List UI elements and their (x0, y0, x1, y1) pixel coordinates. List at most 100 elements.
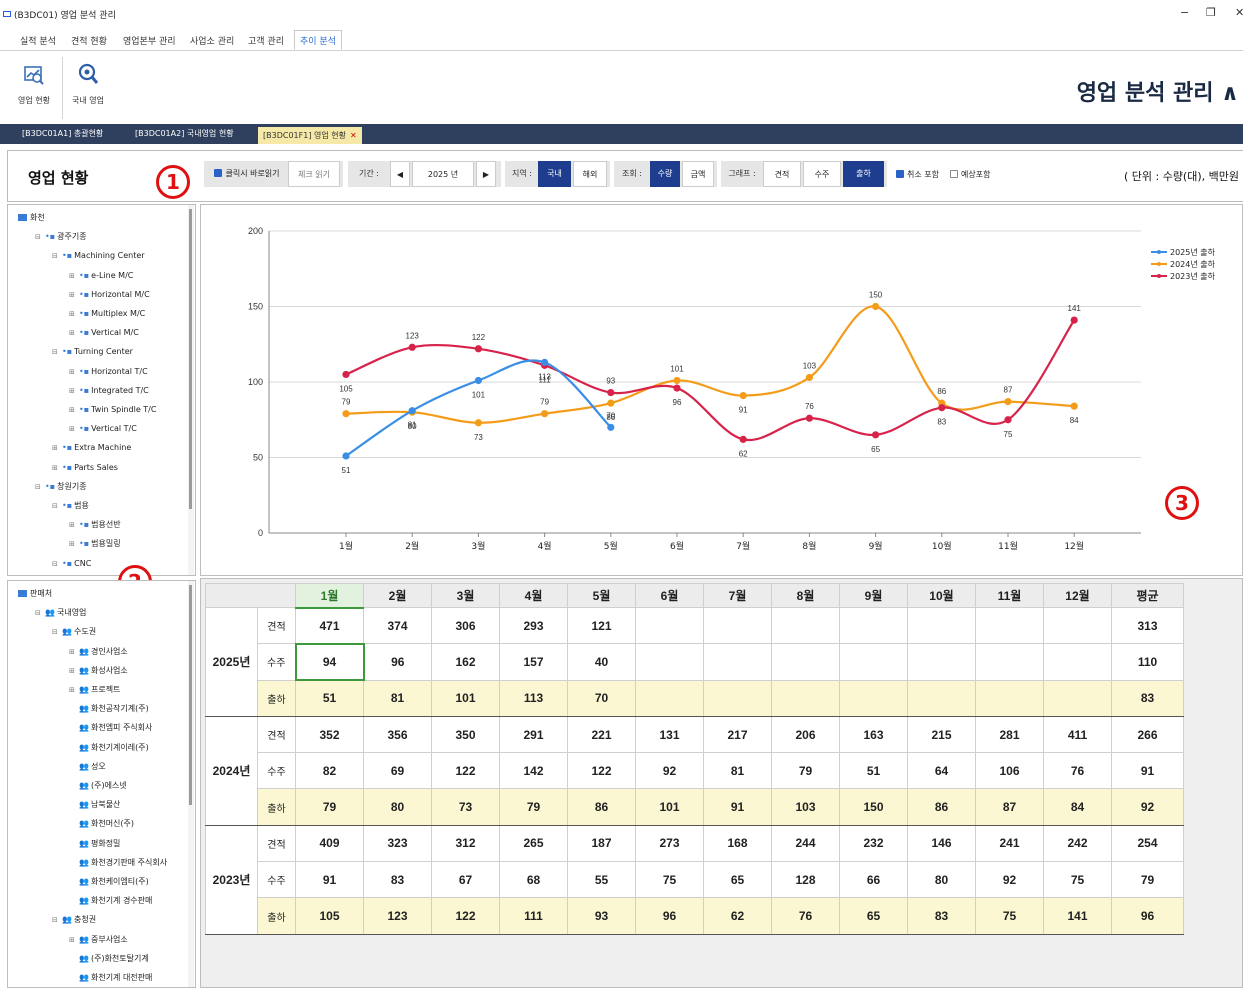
data-cell[interactable]: 81 (703, 752, 772, 790)
data-cell[interactable]: 106 (975, 752, 1044, 790)
tree-node[interactable]: ⊞ •▪ Vertical M/C (69, 326, 139, 340)
data-cell[interactable]: 217 (703, 715, 772, 754)
average-cell[interactable]: 91 (1111, 752, 1184, 790)
expand-icon[interactable]: ⊞ (69, 307, 79, 321)
tree-node[interactable]: 👥 화천경기판매 주식회사 (69, 856, 167, 870)
menu-item-customer[interactable]: 고객 관리 (248, 34, 284, 47)
data-grid[interactable]: 1월 2월 3월 4월 5월 6월 7월 8월 9월 10월 11월 12월 평균 2025년 견적 471… (205, 583, 1184, 935)
data-cell[interactable] (703, 643, 772, 681)
tree-node[interactable]: 👥 남북물산 (69, 798, 120, 812)
scroll-thumb[interactable] (189, 585, 192, 805)
data-cell[interactable]: 79 (295, 788, 364, 826)
tree-node[interactable]: ⊞ •▪ Horizontal T/C (69, 365, 148, 379)
data-cell[interactable]: 281 (975, 715, 1044, 754)
data-cell[interactable]: 146 (907, 824, 976, 863)
column-header[interactable]: 5월 (567, 583, 636, 608)
tree-node[interactable]: 👥 화천기계이레(주) (69, 741, 149, 755)
data-cell[interactable]: 221 (567, 715, 636, 754)
data-cell[interactable]: 82 (295, 752, 364, 790)
data-cell[interactable]: 86 (567, 788, 636, 826)
data-cell[interactable]: 111 (499, 897, 568, 935)
tree-node[interactable]: ⊟ •▪ Turning Center (52, 345, 133, 359)
data-cell[interactable]: 141 (1043, 897, 1112, 935)
tab-domestic[interactable]: [B3DC01A2] 국내영업 현황 (135, 128, 234, 139)
data-cell[interactable] (771, 643, 840, 681)
column-header[interactable]: 12월 (1043, 583, 1112, 608)
data-cell[interactable]: 471 (295, 606, 364, 645)
tree-node[interactable]: ⊟ •▪ 범용 (52, 499, 89, 513)
data-cell[interactable]: 293 (499, 606, 568, 645)
data-cell[interactable]: 162 (431, 643, 500, 681)
tree-node[interactable]: ⊞ •▪ Horizontal M/C (69, 288, 150, 302)
data-cell[interactable]: 273 (635, 824, 704, 863)
column-header[interactable]: 6월 (635, 583, 704, 608)
tree-node[interactable]: ⊞ •▪ e-Line M/C (69, 269, 133, 283)
customer-tree-scrollbar[interactable] (188, 581, 194, 987)
data-cell[interactable]: 101 (635, 788, 704, 826)
menu-item-performance[interactable]: 실적 분석 (20, 34, 56, 47)
expand-icon[interactable]: ⊞ (69, 384, 79, 398)
data-cell[interactable]: 51 (295, 679, 364, 717)
prev-year-button[interactable]: ◀ (390, 161, 410, 187)
region-domestic-button[interactable]: 국내 (538, 161, 571, 187)
column-header[interactable]: 9월 (839, 583, 908, 608)
data-cell[interactable]: 65 (839, 897, 908, 935)
column-header-average[interactable]: 평균 (1111, 583, 1184, 608)
tab-overview[interactable]: [B3DC01A1] 총괄현황 (22, 128, 103, 139)
data-cell[interactable]: 131 (635, 715, 704, 754)
tree-node[interactable]: ⊟ 👥 국내영업 (35, 606, 86, 620)
average-cell[interactable]: 92 (1111, 788, 1184, 826)
data-cell[interactable]: 374 (363, 606, 432, 645)
expand-icon[interactable]: ⊞ (52, 441, 62, 455)
data-cell[interactable]: 92 (635, 752, 704, 790)
collapse-icon[interactable]: ⊟ (35, 480, 45, 494)
menu-item-office[interactable]: 사업소 관리 (190, 34, 234, 47)
column-header[interactable]: 4월 (499, 583, 568, 608)
tree-node[interactable]: 판매처 (18, 587, 52, 601)
data-cell[interactable]: 232 (839, 824, 908, 863)
column-header[interactable]: 11월 (975, 583, 1044, 608)
data-cell[interactable]: 122 (431, 752, 500, 790)
data-cell[interactable]: 121 (567, 606, 636, 645)
data-cell[interactable]: 55 (567, 861, 636, 899)
data-cell[interactable]: 306 (431, 606, 500, 645)
data-cell[interactable]: 84 (1043, 788, 1112, 826)
tree-node[interactable]: ⊟ 👥 수도권 (52, 625, 96, 639)
restore-button[interactable]: ❐ (1206, 6, 1216, 19)
collapse-icon[interactable]: ⊟ (35, 230, 45, 244)
data-cell[interactable]: 69 (363, 752, 432, 790)
collapse-icon[interactable]: ⊟ (52, 625, 62, 639)
collapse-icon[interactable]: ⊟ (35, 606, 45, 620)
data-cell[interactable]: 87 (975, 788, 1044, 826)
column-header[interactable]: 3월 (431, 583, 500, 608)
data-cell[interactable]: 79 (499, 788, 568, 826)
data-cell[interactable]: 411 (1043, 715, 1112, 754)
tree-node[interactable]: ⊞ 👥 중부사업소 (69, 933, 128, 947)
data-cell[interactable]: 163 (839, 715, 908, 754)
ribbon-sales-status-button[interactable]: 영업 현황 (12, 61, 56, 106)
data-cell[interactable]: 350 (431, 715, 500, 754)
data-cell[interactable]: 91 (703, 788, 772, 826)
tree-node[interactable]: 👥 화천기계 대전판매 (69, 971, 152, 985)
data-cell[interactable] (703, 606, 772, 645)
column-header[interactable]: 7월 (703, 583, 772, 608)
tree-node[interactable]: 👥 화천케이엠티(주) (69, 875, 149, 889)
average-cell[interactable]: 254 (1111, 824, 1184, 863)
tree-node[interactable]: ⊞ •▪ Vertical T/C (69, 422, 137, 436)
expand-icon[interactable]: ⊞ (69, 933, 79, 947)
average-cell[interactable]: 96 (1111, 897, 1184, 935)
data-cell[interactable]: 73 (431, 788, 500, 826)
data-cell[interactable]: 93 (567, 897, 636, 935)
data-cell[interactable]: 312 (431, 824, 500, 863)
tree-node[interactable]: ⊟ 👥 충청권 (52, 913, 96, 927)
data-cell[interactable] (839, 606, 908, 645)
data-cell[interactable]: 113 (499, 679, 568, 717)
scroll-thumb[interactable] (189, 209, 192, 509)
collapse-icon[interactable]: ⊟ (52, 557, 62, 571)
tree-node[interactable]: ⊞ 👥 경인사업소 (69, 645, 128, 659)
data-cell[interactable]: 241 (975, 824, 1044, 863)
column-header[interactable]: 10월 (907, 583, 976, 608)
expand-icon[interactable]: ⊞ (69, 664, 79, 678)
average-cell[interactable]: 110 (1111, 643, 1184, 681)
query-quantity-button[interactable]: 수량 (650, 161, 680, 187)
